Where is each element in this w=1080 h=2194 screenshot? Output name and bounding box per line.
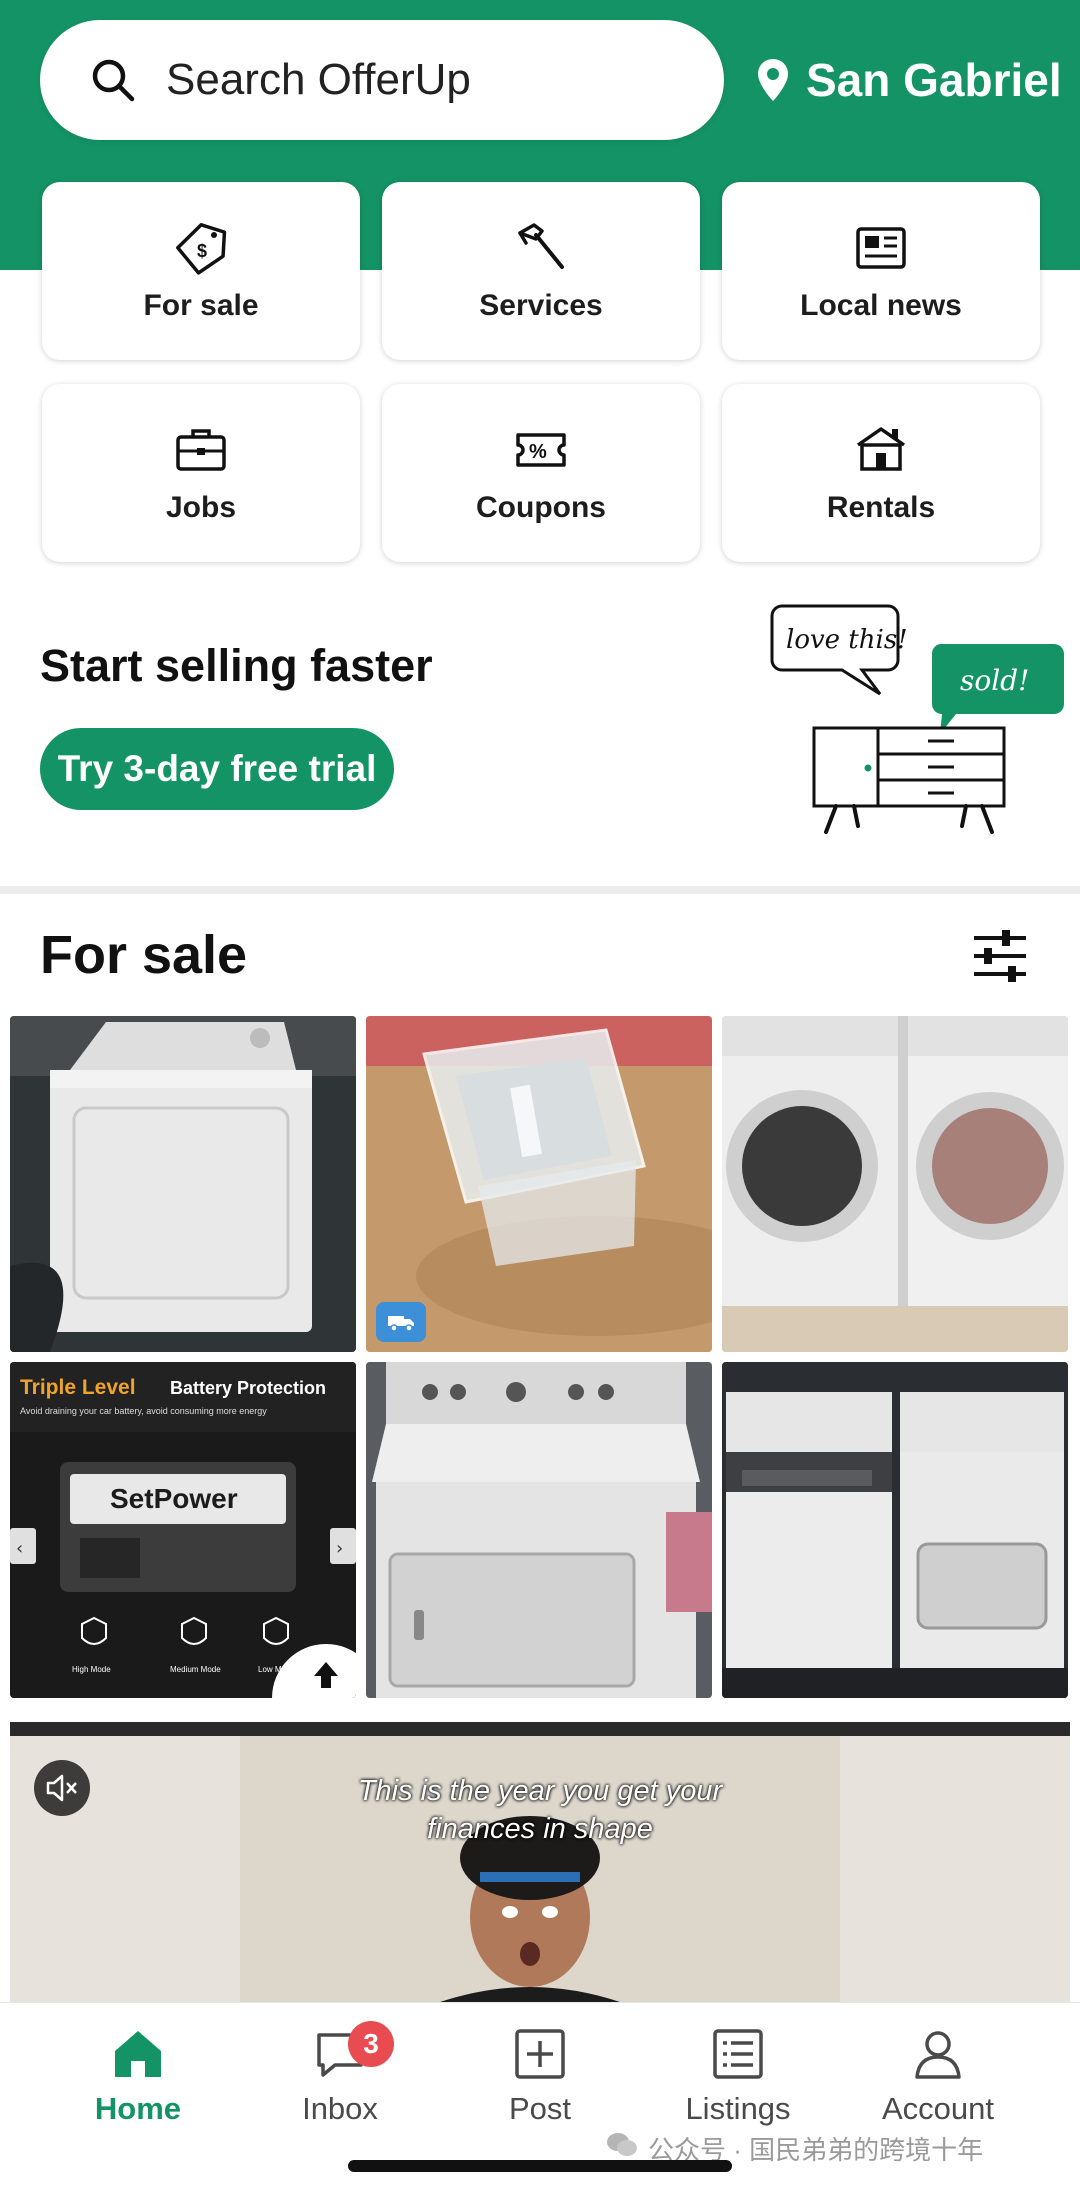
coupon-icon: % [512,421,570,479]
tab-label: Listings [685,2091,791,2126]
tab-home[interactable]: Home [38,2025,238,2127]
home-indicator [348,2160,732,2172]
newspaper-icon [852,219,910,277]
category-services[interactable]: Services [382,182,700,360]
video-ad[interactable]: This is the year you get your finances i… [10,1722,1070,2002]
promo-illustration: love this! sold! [770,600,1070,845]
promo-title: Start selling faster [40,640,433,691]
tab-post[interactable]: Post [440,2025,640,2127]
tab-account[interactable]: Account [838,2025,1038,2127]
svg-text:›: › [336,1538,343,1559]
listing-photo-topload-dryer [366,1362,712,1698]
tab-inbox[interactable]: Inbox 3 [240,2021,440,2127]
search-icon [92,59,135,102]
svg-text:‹: ‹ [16,1538,23,1559]
category-label: Rentals [826,491,936,524]
tab-listings[interactable]: Listings [638,2025,838,2127]
home-icon [115,2031,161,2077]
caption-line-1: This is the year you get your [357,1775,723,1807]
tab-label: Home [94,2091,182,2126]
location-pin-icon [758,59,788,101]
category-jobs[interactable]: Jobs [42,384,360,562]
category-label: Coupons [476,491,606,524]
svg-text:%: % [529,441,547,463]
search-bar[interactable]: Search OfferUp [40,20,724,140]
listing-photo-washers [722,1016,1068,1352]
video-caption: This is the year you get your finances i… [10,1772,1070,1848]
caption-line-2: finances in shape [427,1813,653,1845]
svg-text:$: $ [197,241,207,261]
house-icon [852,421,910,479]
ad-headline-1: Triple Level [20,1376,136,1399]
speaker-muted-icon[interactable] [34,1760,90,1816]
category-label: Local news [800,289,962,322]
list-icon [713,2029,763,2079]
hammer-icon [512,219,570,277]
category-coupons[interactable]: % Coupons [382,384,700,562]
location-label: San Gabriel [806,54,1062,106]
ad-brand: SetPower [110,1483,238,1514]
listing-card[interactable] [722,1362,1068,1698]
tab-label: Inbox [302,2091,378,2126]
video-frame [10,1722,1070,2002]
section-divider [0,886,1080,894]
ad-mode-high: High Mode [72,1665,111,1674]
unread-badge: 3 [348,2021,394,2067]
listing-photo-dryer [10,1016,356,1352]
category-label: For sale [143,289,259,322]
category-label: Jobs [165,491,237,524]
shipping-truck-icon [376,1302,426,1342]
listing-photo-lg-washers [722,1362,1068,1698]
listing-card[interactable] [10,1016,356,1352]
listing-card-ad[interactable]: Triple Level Battery Protection Avoid dr… [10,1362,356,1698]
ad-subline: Avoid draining your car battery, avoid c… [20,1406,267,1416]
location-selector[interactable]: San Gabriel [756,40,1062,120]
setpower-ad-image: Triple Level Battery Protection Avoid dr… [10,1362,356,1698]
tab-label: Account [881,2091,994,2126]
ad-mode-medium: Medium Mode [170,1665,221,1674]
category-rentals[interactable]: Rentals [722,384,1040,562]
bubble-left-text: love this! [786,625,908,655]
person-icon [915,2031,961,2079]
free-trial-button[interactable]: Try 3-day free trial [40,728,394,810]
filter-sliders-icon[interactable] [968,928,1032,984]
for-sale-heading: For sale [40,925,248,985]
category-label: Services [479,289,603,322]
tab-label: Post [508,2091,572,2126]
listing-card[interactable] [722,1016,1068,1352]
ad-headline-2: Battery Protection [170,1378,326,1398]
price-tag-icon: $ [172,219,230,277]
plus-square-icon [515,2029,565,2079]
bubble-right-text: sold! [960,664,1029,697]
search-placeholder: Search OfferUp [166,55,471,104]
category-for-sale[interactable]: $ For sale [42,182,360,360]
category-local-news[interactable]: Local news [722,182,1040,360]
briefcase-icon [172,421,230,479]
listing-card[interactable] [366,1016,712,1352]
listing-card[interactable] [366,1362,712,1698]
